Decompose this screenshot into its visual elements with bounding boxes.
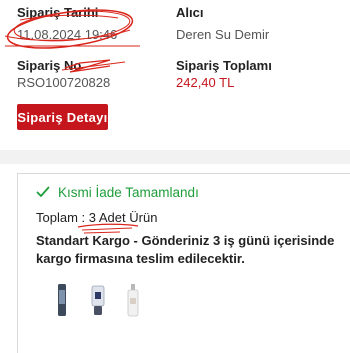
order-number-value: RSO100720828 <box>17 75 111 90</box>
section-divider <box>0 150 350 164</box>
recipient-label: Alıcı <box>176 5 204 20</box>
shipment-status: Kısmi İade Tamamlandı <box>58 185 199 200</box>
order-number-label: Sipariş No <box>17 58 82 73</box>
product-thumbnail-2[interactable] <box>88 282 108 318</box>
order-total-label: Sipariş Toplamı <box>176 58 272 73</box>
order-total-value: 242,40 TL <box>176 75 235 90</box>
order-date-label: Sipariş Tarihi <box>17 5 99 20</box>
product-thumbnail-3[interactable] <box>123 282 143 318</box>
order-detail-button[interactable]: Sipariş Detayı <box>17 104 108 130</box>
product-thumbnail-1[interactable] <box>52 282 72 318</box>
shipment-total: Toplam : 3 Adet Ürün <box>36 210 157 225</box>
shipment-total-prefix: Toplam : <box>36 210 86 225</box>
check-icon <box>36 186 50 197</box>
order-date-value: 11.08.2024 19:46 <box>17 27 118 42</box>
recipient-value: Deren Su Demir <box>176 27 270 42</box>
shipment-total-count: 3 Adet Ürün <box>88 210 158 225</box>
cargo-info: Standart Kargo - Gönderiniz 3 iş günü iç… <box>36 233 335 266</box>
